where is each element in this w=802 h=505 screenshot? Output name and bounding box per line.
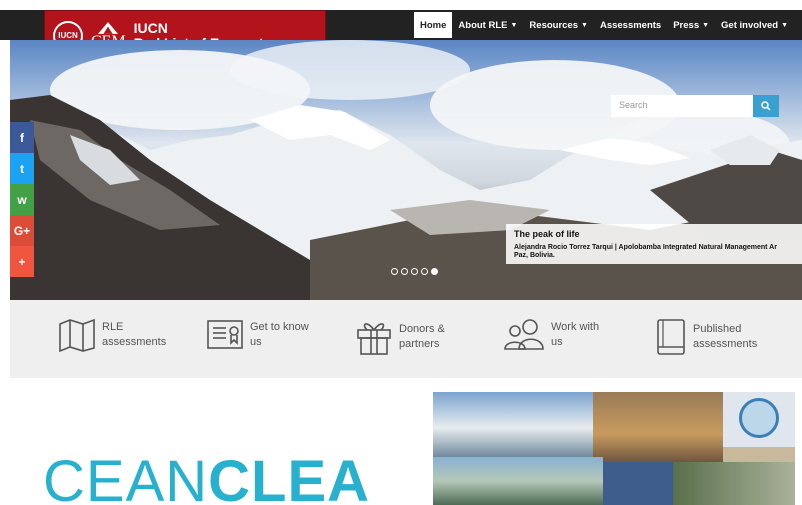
gift-icon: [357, 323, 391, 355]
nav-item-resources[interactable]: Resources ▼: [523, 10, 594, 40]
facebook-share-button[interactable]: f: [10, 122, 34, 153]
whatsapp-icon: w: [17, 192, 27, 207]
facebook-icon: f: [20, 130, 24, 145]
search-button[interactable]: [753, 95, 779, 117]
slider-dot[interactable]: [421, 268, 428, 275]
slider-dots: [391, 268, 438, 275]
hero-slider: Search The peak of life Alejandra Rocio …: [10, 40, 802, 300]
nav-menu: Home About RLE ▼ Resources ▼ Assessments Press…: [414, 10, 794, 40]
feature-donors-partners[interactable]: Donors & partners: [355, 318, 445, 356]
caret-down-icon: ▼: [781, 21, 788, 29]
google-plus-share-button[interactable]: G+: [10, 215, 34, 246]
hero-caption: The peak of life Alejandra Rocio Torrez …: [506, 224, 802, 264]
search-icon: [761, 101, 771, 111]
social-share-bar: f t w G+ +: [10, 122, 34, 277]
feature-get-to-know-us[interactable]: Get to know us: [206, 318, 309, 352]
nav-item-home[interactable]: Home: [414, 12, 453, 38]
whatsapp-share-button[interactable]: w: [10, 184, 34, 215]
ocean-clean-banner[interactable]: CEANCLEA: [10, 378, 430, 505]
cem-mark-icon: [98, 22, 119, 34]
map-icon: [59, 318, 95, 352]
slider-dot[interactable]: [431, 268, 438, 275]
search-input[interactable]: Search: [611, 95, 753, 117]
twitter-share-button[interactable]: t: [10, 153, 34, 184]
top-strip: [0, 0, 802, 10]
caption-title: The peak of life: [514, 229, 580, 239]
feature-rle-assessments[interactable]: RLE assessments: [58, 318, 166, 352]
banner-text: CEANCLEA: [43, 449, 371, 505]
caret-down-icon: ▼: [581, 21, 588, 29]
people-icon: [504, 319, 544, 350]
slider-dot[interactable]: [401, 268, 408, 275]
slider-dot[interactable]: [411, 268, 418, 275]
caret-down-icon: ▼: [510, 21, 518, 29]
certificate-icon: [207, 320, 243, 349]
photo-collage[interactable]: [433, 392, 795, 505]
feature-work-with-us[interactable]: Work with us: [503, 318, 599, 352]
nav-item-assessments[interactable]: Assessments: [594, 10, 667, 40]
google-plus-icon: G+: [13, 223, 31, 238]
share-icon: +: [18, 254, 26, 269]
nav-item-press[interactable]: Press ▼: [667, 10, 715, 40]
share-share-button[interactable]: +: [10, 246, 34, 277]
page: Home About RLE ▼ Resources ▼ Assessments Press…: [0, 0, 802, 505]
caption-credit: Alejandra Rocio Torrez Tarqui | Apolobam…: [514, 244, 777, 259]
feature-published-assessments[interactable]: Published assessments: [655, 318, 757, 356]
nav-item-about-rle[interactable]: About RLE ▼: [452, 10, 523, 40]
caret-down-icon: ▼: [702, 21, 710, 29]
slider-dot[interactable]: [391, 268, 398, 275]
nav-item-get-involved[interactable]: Get involved ▼: [715, 10, 794, 40]
twitter-icon: t: [20, 161, 24, 176]
feature-links: RLE assessments Get to know us Donors & par…: [10, 300, 802, 378]
book-icon: [657, 319, 685, 355]
